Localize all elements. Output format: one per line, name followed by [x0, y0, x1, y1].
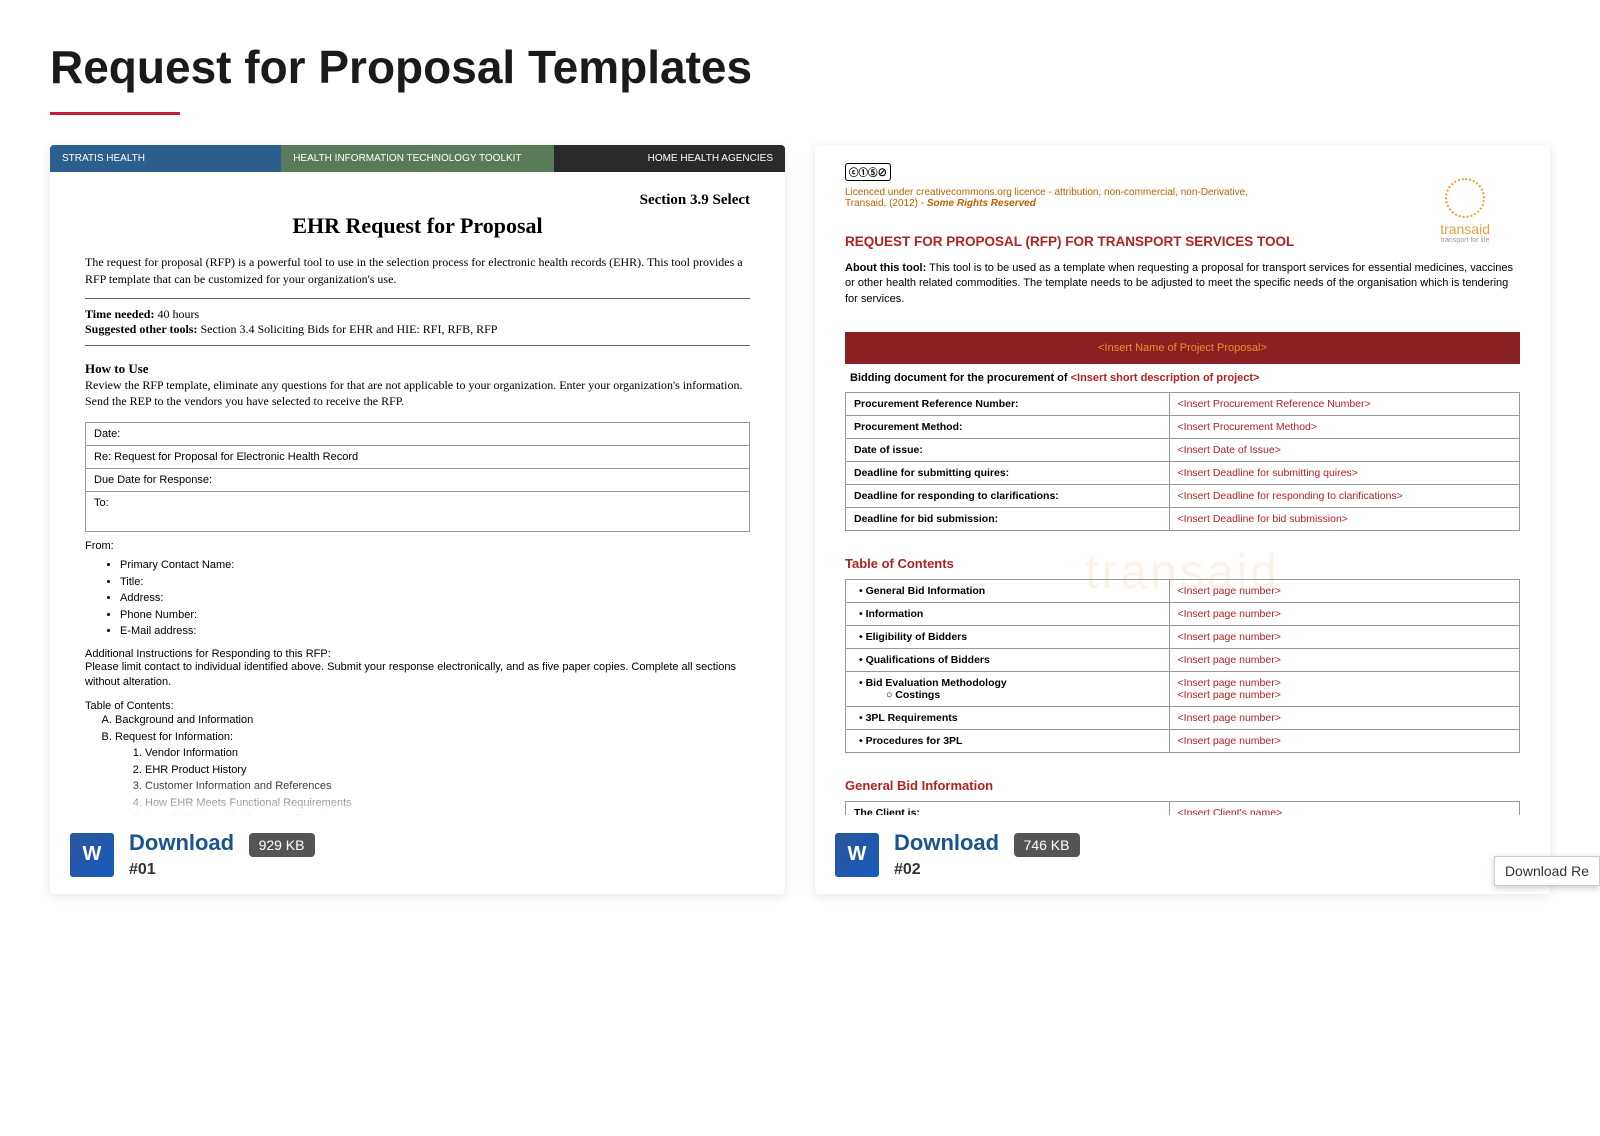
info-value: <Insert Procurement Reference Number> — [1169, 393, 1519, 416]
toc-subitem: How EHR Meets Functional Requirements — [145, 795, 750, 812]
logo-circle-icon — [1445, 178, 1485, 218]
info-table: Procurement Reference Number:<Insert Pro… — [845, 392, 1520, 531]
info-label: Date of issue: — [846, 439, 1170, 462]
logo-text: transaid — [1440, 221, 1490, 237]
toc-subitem: EHR Product History — [145, 762, 750, 779]
from-item: Title: — [120, 574, 750, 591]
toc-value: <Insert page number> — [1169, 707, 1519, 730]
toc-subitem: Customer Information and References — [145, 778, 750, 795]
trans-body: transaid ⓒ①⑤⊘ transaid transport for lif… — [815, 145, 1550, 815]
word-icon: W — [70, 833, 114, 877]
template-number: #02 — [894, 861, 1530, 879]
download-bar-01: W Download 929 KB #01 — [50, 815, 785, 894]
info-label: Deadline for submitting quires: — [846, 462, 1170, 485]
word-icon: W — [835, 833, 879, 877]
template-card-01: STRATIS HEALTH HEALTH INFORMATION TECHNO… — [50, 145, 785, 894]
template-preview-01: STRATIS HEALTH HEALTH INFORMATION TECHNO… — [50, 145, 785, 815]
toc-item: Background and Information — [115, 712, 750, 729]
logo-subtext: transport for life — [1440, 237, 1490, 244]
template-preview-02: transaid ⓒ①⑤⊘ transaid transport for lif… — [815, 145, 1550, 815]
toc-label: General Bid Information — [846, 580, 1170, 603]
ehr-doc-title: EHR Request for Proposal — [85, 213, 750, 239]
ehr-header: STRATIS HEALTH HEALTH INFORMATION TECHNO… — [50, 145, 785, 172]
ehr-header-col1: STRATIS HEALTH — [50, 145, 281, 172]
toc-label: 3PL Requirements — [846, 707, 1170, 730]
ehr-header-col2: HEALTH INFORMATION TECHNOLOGY TOOLKIT — [281, 145, 554, 172]
ehr-hr — [85, 345, 750, 346]
title-underline — [50, 112, 180, 115]
from-item: Phone Number: — [120, 607, 750, 624]
ehr-additional-label: Additional Instructions for Responding t… — [85, 648, 750, 660]
template-card-02: transaid ⓒ①⑤⊘ transaid transport for lif… — [815, 145, 1550, 894]
download-link-02[interactable]: Download — [894, 830, 999, 855]
toc-table: General Bid Information<Insert page numb… — [845, 579, 1520, 753]
ehr-header-col3: HOME HEALTH AGENCIES — [554, 145, 785, 172]
toc-label: Qualifications of Bidders — [846, 649, 1170, 672]
ehr-from-label: From: — [85, 540, 750, 552]
toc-label: Bid Evaluation Methodology○ Costings — [846, 672, 1170, 707]
file-size-badge: 929 KB — [249, 833, 315, 857]
ehr-suggested: Suggested other tools: Section 3.4 Solic… — [85, 322, 750, 337]
ehr-form-table: Date: Re: Request for Proposal for Elect… — [85, 422, 750, 532]
from-item: Address: — [120, 590, 750, 607]
gbi-value: <Insert Client's name> — [1169, 802, 1519, 815]
toc-value: <Insert page number> — [1169, 730, 1519, 753]
info-label: Deadline for responding to clarification… — [846, 485, 1170, 508]
ehr-section-label: Section 3.9 Select — [85, 192, 750, 209]
cc-badge-icon: ⓒ①⑤⊘ — [845, 163, 891, 181]
ehr-hr — [85, 298, 750, 299]
ehr-from-list: Primary Contact Name: Title: Address: Ph… — [120, 557, 750, 640]
license-text: Licenced under creativecommons.org licen… — [845, 187, 1520, 209]
download-bar-02: W Download 746 KB #02 — [815, 815, 1550, 894]
ehr-time: Time needed: 40 hours — [85, 307, 750, 322]
info-label: Deadline for bid submission: — [846, 508, 1170, 531]
templates-row: STRATIS HEALTH HEALTH INFORMATION TECHNO… — [50, 145, 1550, 894]
info-value: <Insert Procurement Method> — [1169, 416, 1519, 439]
ehr-how-text: Review the RFP template, eliminate any q… — [85, 377, 750, 411]
from-item: Primary Contact Name: — [120, 557, 750, 574]
ehr-how-title: How to Use — [85, 361, 750, 377]
toc-label: Information — [846, 603, 1170, 626]
file-size-badge: 746 KB — [1014, 833, 1080, 857]
toc-value: <Insert page number> — [1169, 603, 1519, 626]
info-label: Procurement Method: — [846, 416, 1170, 439]
toc-subitem: Vendor Information — [145, 745, 750, 762]
toc-label: Eligibility of Bidders — [846, 626, 1170, 649]
toc-value: <Insert page number> — [1169, 649, 1519, 672]
info-value: <Insert Deadline for submitting quires> — [1169, 462, 1519, 485]
trans-about: About this tool: This tool is to be used… — [845, 261, 1520, 307]
toc-value: <Insert page number> — [1169, 626, 1519, 649]
gbi-table: The Client is:<Insert Client's name> Com… — [845, 801, 1520, 815]
info-value: <Insert Deadline for responding to clari… — [1169, 485, 1519, 508]
form-row: Re: Request for Proposal for Electronic … — [86, 446, 750, 469]
info-value: <Insert Deadline for bid submission> — [1169, 508, 1519, 531]
ehr-intro: The request for proposal (RFP) is a powe… — [85, 254, 750, 288]
ehr-toc: Background and Information Request for I… — [115, 712, 750, 815]
ehr-additional-text: Please limit contact to individual ident… — [85, 660, 750, 691]
transaid-logo: transaid transport for life — [1440, 178, 1490, 244]
bidding-line: Bidding document for the procurement of … — [845, 364, 1520, 392]
toc-sublist: Vendor Information EHR Product History C… — [145, 745, 750, 815]
toc-item: Request for Information: Vendor Informat… — [115, 729, 750, 815]
ehr-body: Section 3.9 Select EHR Request for Propo… — [50, 172, 785, 815]
toc-value: <Insert page number> — [1169, 580, 1519, 603]
form-row: To: — [86, 492, 750, 532]
ehr-toc-label: Table of Contents: — [85, 700, 750, 712]
trans-redbar: <Insert Name of Project Proposal> — [845, 332, 1520, 364]
page-title: Request for Proposal Templates — [50, 40, 1550, 94]
info-label: Procurement Reference Number: — [846, 393, 1170, 416]
gbi-label: The Client is: — [846, 802, 1170, 815]
toc-title: Table of Contents — [845, 556, 1520, 571]
info-value: <Insert Date of Issue> — [1169, 439, 1519, 462]
gbi-title: General Bid Information — [845, 778, 1520, 793]
toc-label: Procedures for 3PL — [846, 730, 1170, 753]
form-row: Due Date for Response: — [86, 469, 750, 492]
template-number: #01 — [129, 861, 765, 879]
from-item: E-Mail address: — [120, 623, 750, 640]
hover-tooltip: Download Re — [1494, 856, 1600, 886]
toc-value: <Insert page number><Insert page number> — [1169, 672, 1519, 707]
download-link-01[interactable]: Download — [129, 830, 234, 855]
trans-doc-title: REQUEST FOR PROPOSAL (RFP) FOR TRANSPORT… — [845, 234, 1520, 249]
form-row: Date: — [86, 423, 750, 446]
